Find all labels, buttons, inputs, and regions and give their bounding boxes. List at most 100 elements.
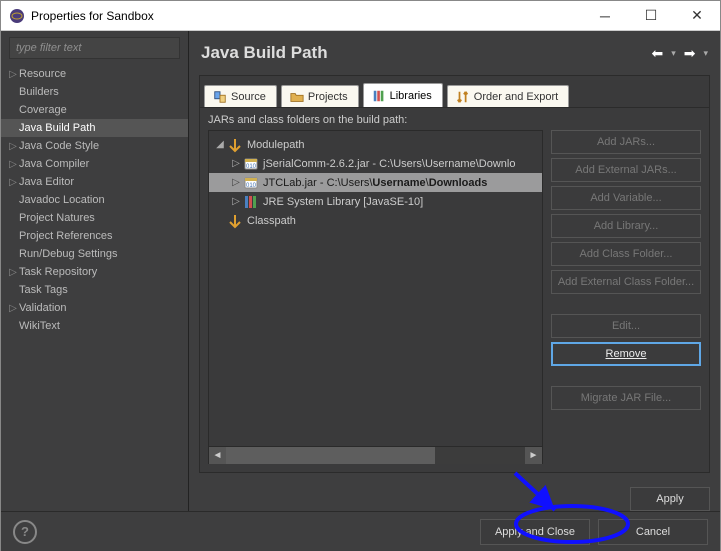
- tree-twisty-icon[interactable]: ▷: [7, 141, 19, 152]
- remove-button[interactable]: Remove: [551, 342, 701, 366]
- filter-input[interactable]: [16, 42, 173, 54]
- nav-item[interactable]: Project References: [1, 227, 188, 245]
- libraries-icon: [372, 89, 386, 103]
- tree-label: jSerialComm-2.6.2.jar - C:\Users\Usernam…: [263, 158, 515, 170]
- migrate-jar-button[interactable]: Migrate JAR File...: [551, 386, 701, 410]
- edit-button[interactable]: Edit...: [551, 314, 701, 338]
- tab-projects[interactable]: Projects: [281, 85, 359, 107]
- tabs: Source Projects Libraries Order and Export: [200, 80, 709, 108]
- nav-item-label: Builders: [19, 86, 59, 98]
- nav-item-label: Resource: [19, 68, 66, 80]
- nav-item[interactable]: Javadoc Location: [1, 191, 188, 209]
- libraries-tree[interactable]: ◢Modulepath▷010jSerialComm-2.6.2.jar - C…: [208, 130, 543, 464]
- tree-row[interactable]: Classpath: [209, 211, 542, 230]
- nav-item[interactable]: ▷Java Compiler: [1, 155, 188, 173]
- tab-description: JARs and class folders on the build path…: [200, 108, 709, 130]
- tab-label: Source: [231, 91, 266, 103]
- nav-item-label: Java Compiler: [19, 158, 89, 170]
- nav-item-label: Run/Debug Settings: [19, 248, 117, 260]
- projects-icon: [290, 90, 304, 104]
- tree-label: Classpath: [247, 215, 296, 227]
- eclipse-icon: [9, 8, 25, 24]
- close-button[interactable]: ✕: [674, 1, 720, 30]
- nav-item[interactable]: ▷Task Repository: [1, 263, 188, 281]
- tree-label: JRE System Library [JavaSE-10]: [263, 196, 423, 208]
- nav-panel: ▷ResourceBuildersCoverageJava Build Path…: [1, 31, 189, 511]
- order-and-export-icon: [456, 90, 470, 104]
- source-icon: [213, 90, 227, 104]
- horizontal-scrollbar[interactable]: ◄ ►: [209, 446, 542, 463]
- nav-item-label: Javadoc Location: [19, 194, 105, 206]
- tree-row[interactable]: ▷010 jSerialComm-2.6.2.jar - C:\Users\Use…: [209, 154, 542, 173]
- jar-icon: 010: [243, 175, 259, 191]
- nav-item-label: Java Build Path: [19, 122, 95, 134]
- filter-box[interactable]: [9, 37, 180, 59]
- library-icon: [243, 194, 259, 210]
- add-external-jars-button[interactable]: Add External JARs...: [551, 158, 701, 182]
- nav-item-label: Task Tags: [19, 284, 68, 296]
- add-variable-button[interactable]: Add Variable...: [551, 186, 701, 210]
- nav-item[interactable]: Task Tags: [1, 281, 188, 299]
- tree-row[interactable]: ▷ JRE System Library [JavaSE-10]: [209, 192, 542, 211]
- nav-item[interactable]: ▷Java Code Style: [1, 137, 188, 155]
- tree-twisty-icon[interactable]: ▷: [229, 158, 243, 169]
- nav-tree[interactable]: ▷ResourceBuildersCoverageJava Build Path…: [1, 63, 188, 511]
- nav-item-label: Coverage: [19, 104, 67, 116]
- nav-item[interactable]: WikiText: [1, 317, 188, 335]
- cancel-button[interactable]: Cancel: [598, 519, 708, 545]
- nav-item-label: Java Code Style: [19, 140, 99, 152]
- nav-item[interactable]: Builders: [1, 83, 188, 101]
- nav-item[interactable]: Project Natures: [1, 209, 188, 227]
- nav-item-label: WikiText: [19, 320, 60, 332]
- nav-item-label: Validation: [19, 302, 67, 314]
- tree-row[interactable]: ◢ Modulepath: [209, 135, 542, 154]
- tree-twisty-icon[interactable]: ▷: [229, 196, 243, 207]
- tree-twisty-icon[interactable]: ▷: [7, 267, 19, 278]
- forward-dropdown-icon[interactable]: ▾: [703, 48, 708, 59]
- tab-label: Libraries: [390, 90, 432, 102]
- apply-and-close-button[interactable]: Apply and Close: [480, 519, 590, 545]
- button-column: Add JARs... Add External JARs... Add Var…: [551, 130, 701, 464]
- svg-text:010: 010: [246, 183, 257, 189]
- add-jars-button[interactable]: Add JARs...: [551, 130, 701, 154]
- tree-twisty-icon[interactable]: ◢: [213, 139, 227, 150]
- scroll-right-button[interactable]: ►: [525, 447, 542, 464]
- scroll-thumb[interactable]: [226, 447, 435, 464]
- add-external-class-folder-button[interactable]: Add External Class Folder...: [551, 270, 701, 294]
- minimize-button[interactable]: ─: [582, 1, 628, 30]
- add-class-folder-button[interactable]: Add Class Folder...: [551, 242, 701, 266]
- jar-icon: 010: [243, 156, 259, 172]
- maximize-button[interactable]: ☐: [628, 1, 674, 30]
- help-icon[interactable]: ?: [13, 520, 37, 544]
- tab-libraries[interactable]: Libraries: [363, 83, 443, 107]
- tree-label: Modulepath: [247, 139, 305, 151]
- tree-twisty-icon[interactable]: ▷: [7, 177, 19, 188]
- titlebar: Properties for Sandbox ─ ☐ ✕: [1, 1, 720, 31]
- add-library-button[interactable]: Add Library...: [551, 214, 701, 238]
- nav-item[interactable]: Coverage: [1, 101, 188, 119]
- forward-icon[interactable]: ➡: [684, 45, 696, 62]
- nav-item[interactable]: ▷Java Editor: [1, 173, 188, 191]
- nav-item[interactable]: Run/Debug Settings: [1, 245, 188, 263]
- tab-source[interactable]: Source: [204, 85, 277, 107]
- tree-row[interactable]: ▷010 JTCLab.jar - C:\Users\Username\Downl…: [209, 173, 542, 192]
- nav-item-label: Java Editor: [19, 176, 74, 188]
- nav-item[interactable]: Java Build Path: [1, 119, 188, 137]
- scroll-left-button[interactable]: ◄: [209, 447, 226, 464]
- tab-order-and-export[interactable]: Order and Export: [447, 85, 569, 107]
- back-icon[interactable]: ⬅: [651, 45, 663, 62]
- nav-item[interactable]: ▷Resource: [1, 65, 188, 83]
- tree-twisty-icon[interactable]: ▷: [7, 303, 19, 314]
- modulepath-icon: [227, 137, 243, 153]
- tab-label: Projects: [308, 91, 348, 103]
- tree-twisty-icon[interactable]: ▷: [229, 177, 243, 188]
- apply-button[interactable]: Apply: [630, 487, 710, 511]
- nav-item-label: Project Natures: [19, 212, 95, 224]
- back-dropdown-icon[interactable]: ▾: [671, 48, 676, 59]
- tree-label: JTCLab.jar - C:\Users\Username\Downloads: [263, 177, 487, 189]
- nav-item[interactable]: ▷Validation: [1, 299, 188, 317]
- tree-twisty-icon[interactable]: ▷: [7, 159, 19, 170]
- nav-item-label: Project References: [19, 230, 113, 242]
- classpath-icon: [227, 213, 243, 229]
- tree-twisty-icon[interactable]: ▷: [7, 69, 19, 80]
